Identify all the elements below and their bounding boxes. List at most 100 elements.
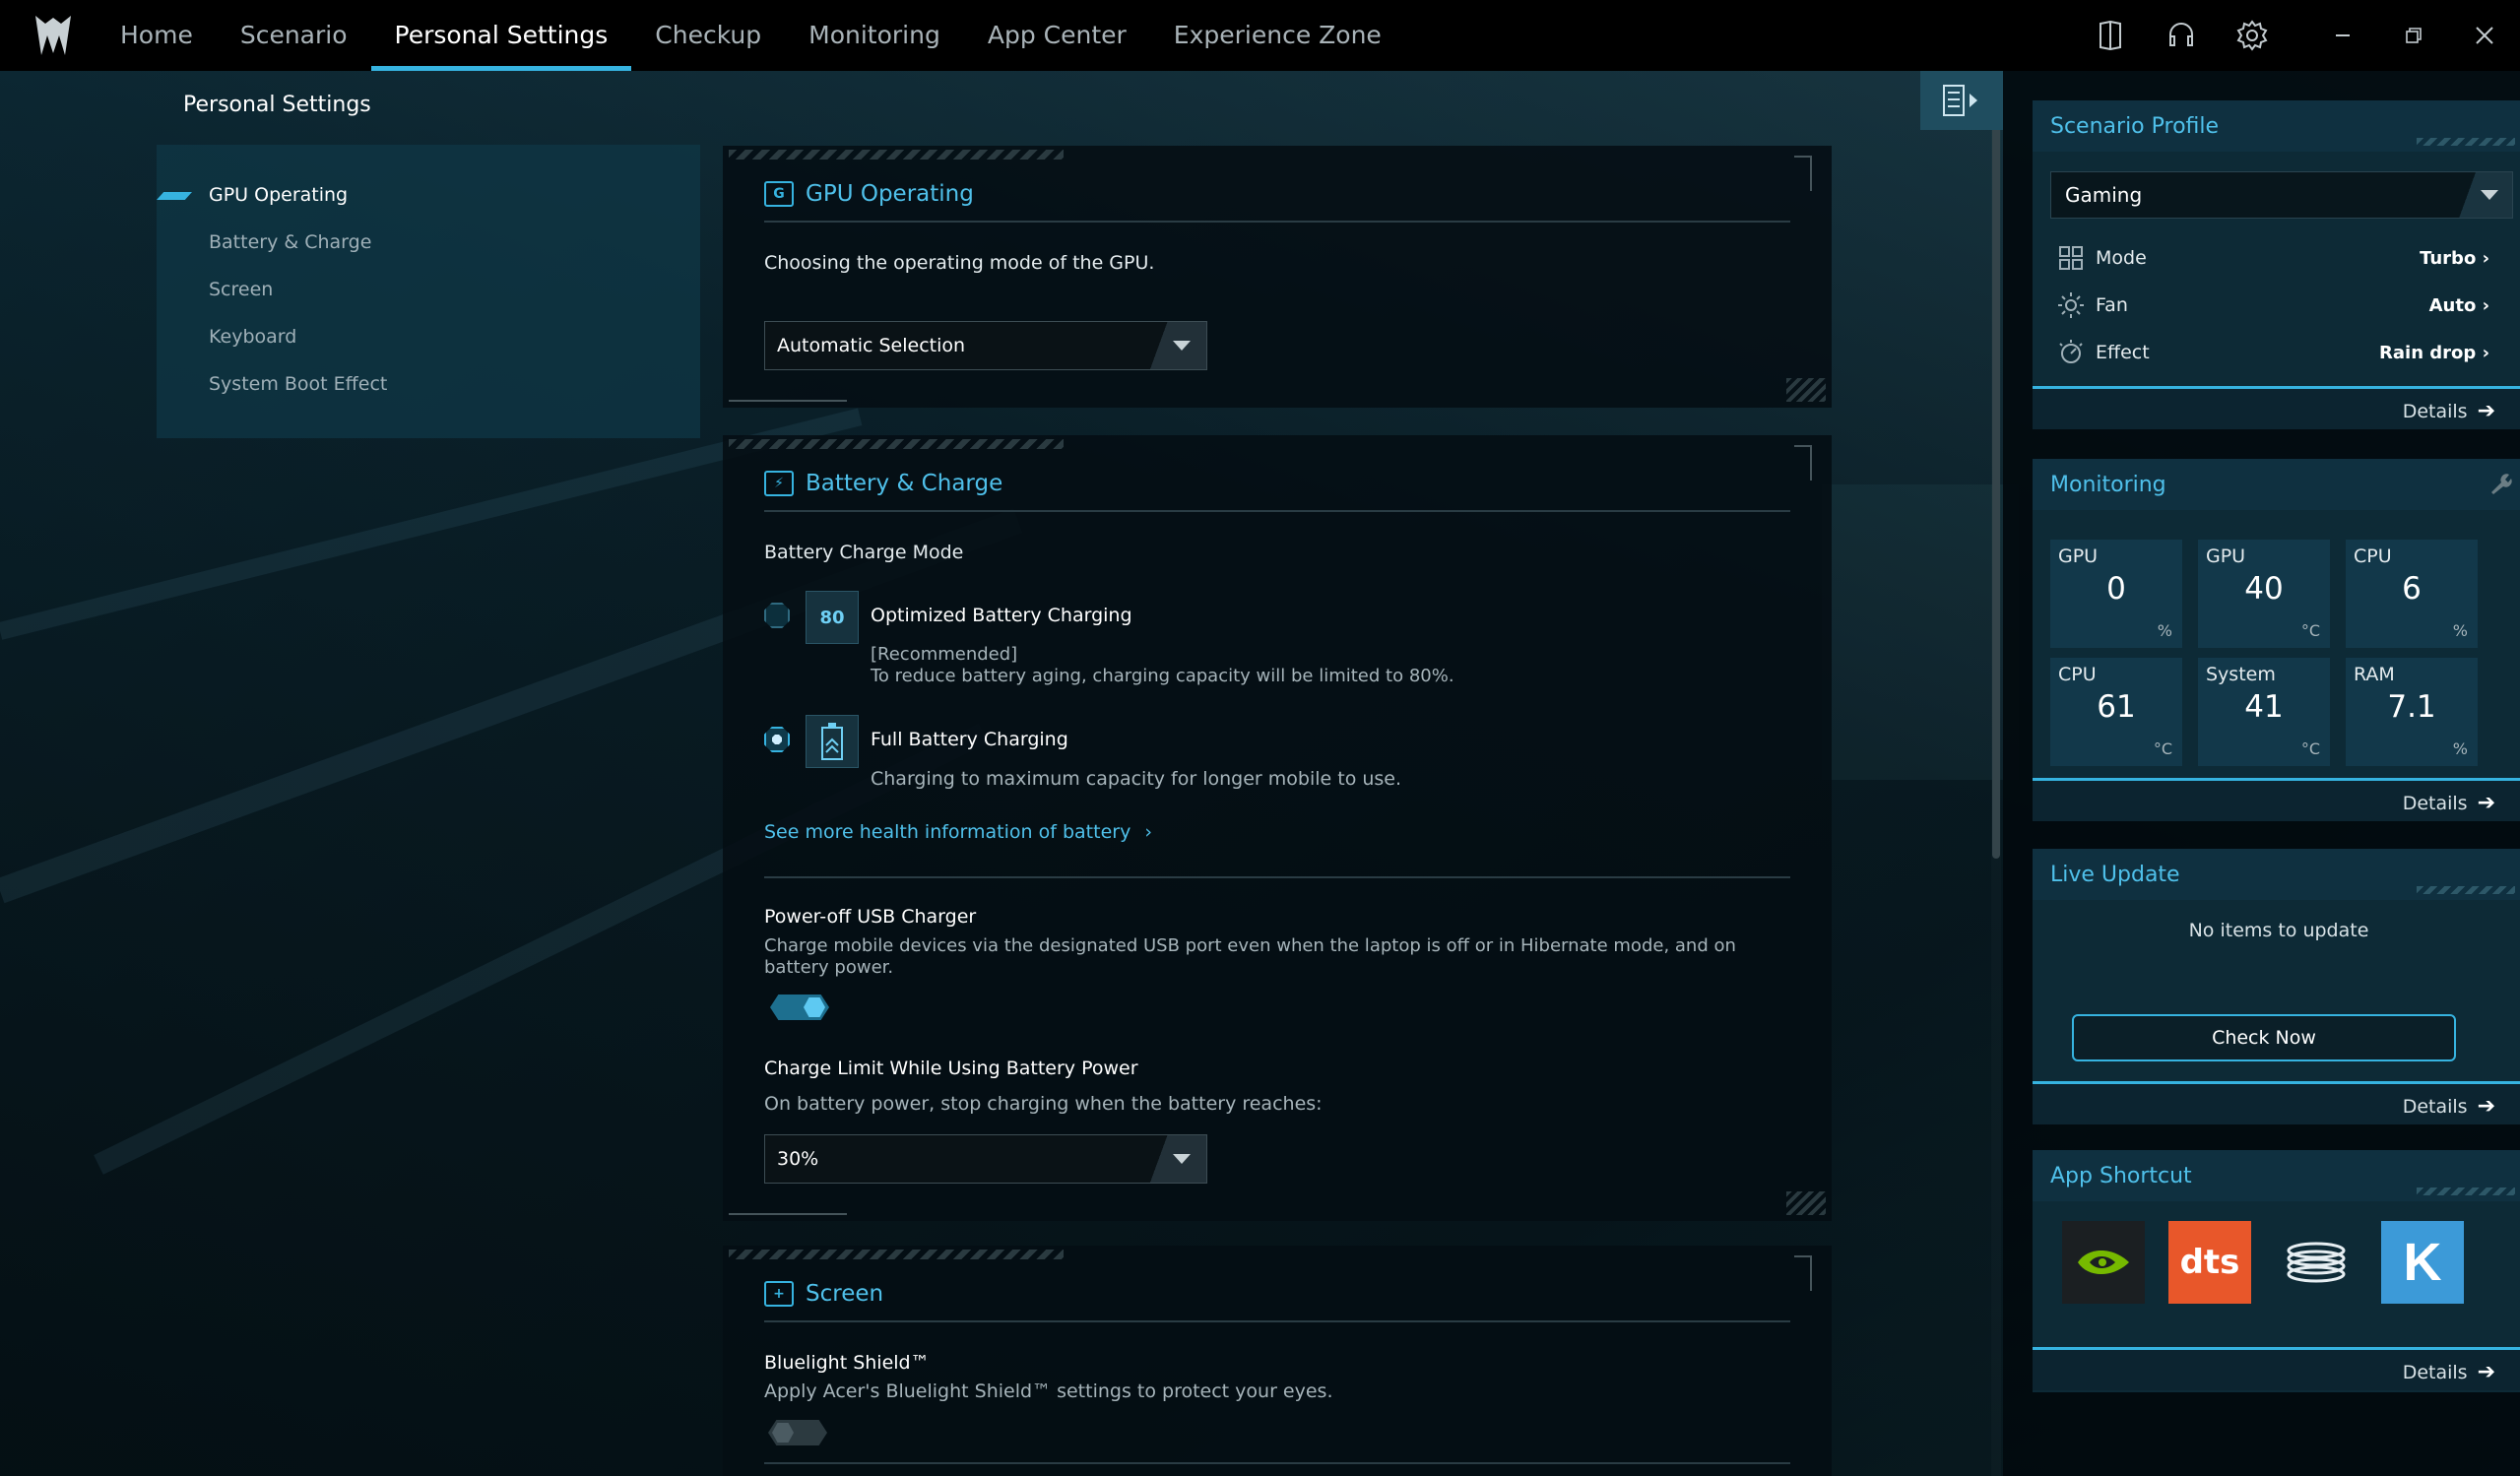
battery-full-icon [806, 715, 859, 768]
chevron-down-icon [2453, 172, 2512, 218]
nav-experience-zone[interactable]: Experience Zone [1150, 0, 1405, 71]
headset-icon[interactable] [2146, 0, 2217, 71]
card-footer: Details ➔ [2033, 386, 2520, 429]
profile-effect-value: Rain drop [2379, 342, 2477, 363]
battery-charge-panel: ⚡ Battery & Charge Battery Charge Mode 8… [723, 435, 1832, 1221]
scenario-profile-select[interactable]: Gaming [2050, 171, 2513, 219]
monitoring-card: Monitoring GPU 0 % GPU 40 °C CPU 6 % CPU… [2033, 459, 2520, 821]
nav-home[interactable]: Home [97, 0, 217, 71]
charge-limit-value: 30% [777, 1148, 819, 1170]
usb-charger-title: Power-off USB Charger [764, 906, 977, 928]
profile-mode-value: Turbo [2420, 247, 2477, 269]
scrollbar-thumb[interactable] [1992, 91, 2000, 859]
bluelight-toggle[interactable] [768, 1420, 827, 1445]
live-update-status: No items to update [2188, 920, 2369, 941]
card-header: Live Update [2033, 849, 2520, 900]
panel-decoration [1786, 378, 1826, 402]
metric-unit: °C [2300, 621, 2320, 640]
metric-unit: % [2157, 621, 2172, 640]
screen-icon: + [764, 1281, 794, 1307]
settings-gear-icon[interactable] [2217, 0, 2288, 71]
sidebar-item-screen[interactable]: Screen [209, 279, 273, 300]
wrench-icon[interactable] [2488, 471, 2513, 500]
metric-value: 41 [2244, 689, 2284, 725]
profile-row-mode[interactable]: Mode Turbo › [2056, 242, 2489, 274]
sidebar-item-system-boot-effect[interactable]: System Boot Effect [209, 373, 387, 395]
app-shortcut-details-link[interactable]: Details ➔ [2403, 1360, 2495, 1384]
charge-limit-title: Charge Limit While Using Battery Power [764, 1058, 1138, 1079]
nav-monitoring[interactable]: Monitoring [785, 0, 964, 71]
nav-scenario[interactable]: Scenario [217, 0, 371, 71]
metric-cpu-usage: CPU 6 % [2346, 540, 2478, 648]
metric-value: 40 [2244, 571, 2284, 607]
usb-charger-toggle[interactable] [770, 995, 829, 1020]
nav-personal-settings[interactable]: Personal Settings [370, 0, 632, 71]
nav-app-center[interactable]: App Center [964, 0, 1150, 71]
card-header: App Shortcut [2033, 1150, 2520, 1201]
profile-row-value: Rain drop › [2379, 342, 2489, 363]
live-update-card: Live Update No items to update Check Now… [2033, 849, 2520, 1124]
metric-unit: °C [2300, 739, 2320, 758]
metric-unit: % [2452, 739, 2468, 758]
metric-value: 61 [2097, 689, 2136, 725]
metric-label: System [2206, 664, 2276, 685]
card-header: Monitoring [2033, 459, 2520, 510]
monitoring-details-link[interactable]: Details ➔ [2403, 791, 2495, 815]
battery-health-link[interactable]: See more health information of battery › [764, 821, 1152, 843]
coil-icon[interactable] [2275, 1221, 2358, 1304]
profile-row-effect[interactable]: Effect Rain drop › [2056, 337, 2489, 368]
profile-row-label: Mode [2096, 247, 2147, 269]
restore-icon[interactable] [2378, 0, 2449, 71]
sidebar-item-keyboard[interactable]: Keyboard [209, 326, 296, 348]
dts-icon[interactable]: dts [2168, 1221, 2251, 1304]
metric-ram-usage: RAM 7.1 % [2346, 658, 2478, 766]
gpu-mode-select[interactable]: Automatic Selection [764, 321, 1207, 370]
metric-system-temp: System 41 °C [2198, 658, 2330, 766]
main-scrollbar[interactable] [1991, 71, 2001, 1476]
screen-panel: + Screen Bluelight Shield™ Apply Acer's … [723, 1246, 1832, 1476]
battery-health-link-text: See more health information of battery [764, 821, 1131, 843]
page-title: Personal Settings [183, 93, 371, 117]
check-now-button[interactable]: Check Now [2072, 1014, 2456, 1061]
main-nav: Home Scenario Personal Settings Checkup … [97, 0, 1405, 71]
nav-checkup[interactable]: Checkup [631, 0, 785, 71]
panel-decoration [1794, 445, 1812, 481]
profile-row-value: Turbo › [2420, 247, 2489, 269]
panel-decoration [1794, 1255, 1812, 1291]
minimize-icon[interactable] [2307, 0, 2378, 71]
full-charging-radio[interactable] [764, 727, 790, 752]
window-controls [2075, 0, 2520, 71]
gpu-description: Choosing the operating mode of the GPU. [764, 252, 1155, 274]
profile-row-fan[interactable]: Fan Auto › [2056, 289, 2489, 321]
sidebar-item-gpu-operating[interactable]: GPU Operating [209, 184, 348, 206]
gpu-panel-header: G GPU Operating [764, 181, 974, 207]
charge-limit-select[interactable]: 30% [764, 1134, 1207, 1184]
profile-row-label: Effect [2096, 342, 2150, 363]
optimized-charging-title: Optimized Battery Charging [871, 605, 1132, 626]
scenario-details-link[interactable]: Details ➔ [2403, 399, 2495, 423]
device-icon[interactable] [2075, 0, 2146, 71]
collapse-panel-button[interactable] [1920, 71, 2003, 130]
optimized-charging-radio[interactable] [764, 603, 790, 628]
card-footer: Details ➔ [2033, 778, 2520, 821]
metric-label: GPU [2206, 545, 2246, 567]
metric-gpu-usage: GPU 0 % [2050, 540, 2182, 648]
toggle-knob [804, 997, 825, 1017]
details-label: Details [2402, 1361, 2468, 1383]
optimized-charging-desc: To reduce battery aging, charging capaci… [871, 666, 1454, 686]
sidebar-item-battery-charge[interactable]: Battery & Charge [209, 231, 371, 253]
charge-limit-desc: On battery power, stop charging when the… [764, 1093, 1323, 1115]
k-icon[interactable]: K [2381, 1221, 2464, 1304]
battery-section-icon: ⚡ [764, 471, 794, 496]
full-charging-title: Full Battery Charging [871, 729, 1068, 750]
live-update-details-link[interactable]: Details ➔ [2403, 1094, 2495, 1119]
predator-logo-icon [18, 0, 89, 71]
close-icon[interactable] [2449, 0, 2520, 71]
metric-unit: % [2452, 621, 2468, 640]
panel-decoration [729, 1250, 1064, 1259]
gpu-panel-title: GPU Operating [806, 181, 974, 207]
metric-unit: °C [2153, 739, 2172, 758]
nvidia-icon[interactable] [2062, 1221, 2145, 1304]
metric-label: CPU [2354, 545, 2392, 567]
